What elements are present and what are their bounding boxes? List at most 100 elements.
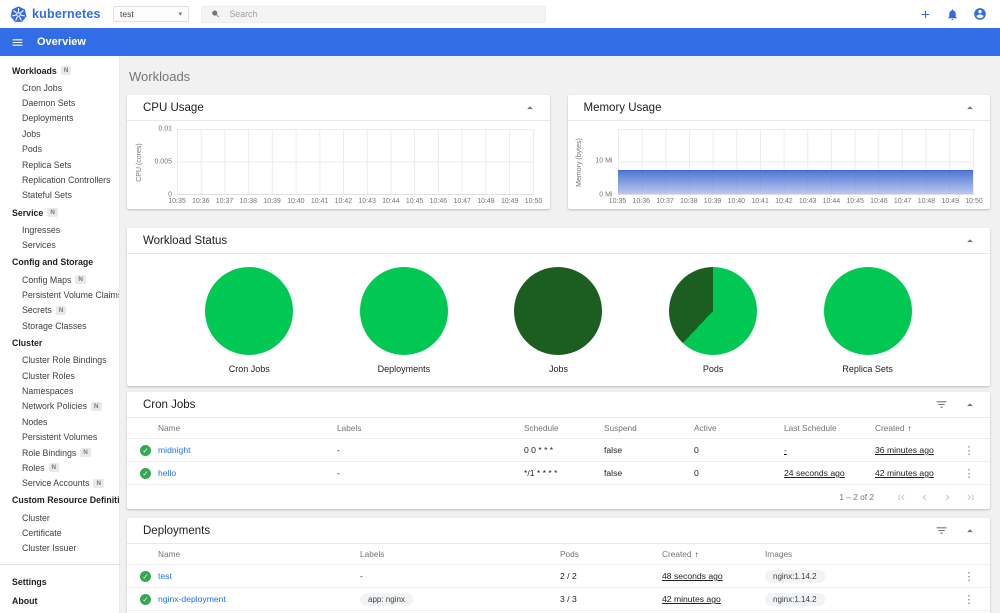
sidebar-section-cluster[interactable]: Cluster — [0, 333, 119, 352]
collapse-caret-icon[interactable] — [963, 398, 977, 412]
col-created[interactable]: Created ↑ — [662, 549, 765, 559]
search-input[interactable] — [229, 9, 536, 19]
col-schedule[interactable]: Schedule — [524, 423, 604, 433]
sidebar-section-workloads[interactable]: Workloads N — [0, 61, 119, 80]
sidebar-item-roles[interactable]: Roles N — [0, 460, 119, 475]
cell-last-schedule: - — [784, 445, 787, 455]
cell-created: 42 minutes ago — [662, 594, 721, 604]
cron-row-midnight: ✓ midnight - 0 0 * * * false 0 - 36 minu… — [127, 439, 990, 462]
next-page-icon[interactable] — [942, 492, 953, 503]
sidebar-item-certificate[interactable]: Certificate — [0, 525, 119, 540]
col-last-schedule[interactable]: Last Schedule — [784, 423, 875, 433]
sidebar-item-deployments[interactable]: Deployments — [0, 111, 119, 126]
hamburger-menu-icon[interactable] — [11, 36, 24, 49]
sidebar-item-stateful-sets[interactable]: Stateful Sets — [0, 188, 119, 203]
col-active[interactable]: Active — [694, 423, 784, 433]
pie-label: Pods — [702, 364, 724, 374]
sidebar-item-service-accounts[interactable]: Service Accounts N — [0, 476, 119, 491]
previous-page-icon[interactable] — [919, 492, 930, 503]
pie-chart — [359, 267, 448, 355]
image-chip: nginx:1.14.2 — [765, 592, 825, 606]
col-labels[interactable]: Labels — [360, 549, 560, 559]
collapse-caret-icon[interactable] — [963, 101, 977, 115]
memory-y-axis-ticks: 0 Mi 10 Mi — [595, 157, 613, 199]
chevron-down-icon: ▾ — [178, 11, 182, 18]
pie-label: Jobs — [548, 364, 568, 374]
namespace-value: test — [120, 9, 134, 19]
cronjob-link[interactable]: hello — [158, 468, 337, 478]
col-images[interactable]: Images — [765, 549, 958, 559]
header-actions — [919, 7, 1000, 21]
col-name[interactable]: Name — [158, 423, 337, 433]
sidebar-item-jobs[interactable]: Jobs — [0, 126, 119, 141]
sidebar-item-cluster-issuer[interactable]: Cluster Issuer — [0, 541, 119, 556]
sidebar-item-pods[interactable]: Pods — [0, 142, 119, 157]
sidebar-item-replica-sets[interactable]: Replica Sets — [0, 157, 119, 172]
sort-ascending-icon: ↑ — [694, 550, 699, 559]
sidebar-item-persistent-volume-claims[interactable]: Persistent Volume ClaimsN — [0, 287, 119, 302]
sidebar-item-daemon-sets[interactable]: Daemon Sets — [0, 95, 119, 110]
collapse-caret-icon[interactable] — [963, 524, 977, 538]
sidebar-item-replication-controllers[interactable]: Replication Controllers — [0, 172, 119, 187]
cell-pods: 2 / 2 — [560, 571, 577, 581]
row-menu-kebab-icon[interactable]: ⋮ — [958, 444, 980, 457]
first-page-icon[interactable] — [896, 492, 907, 503]
namespaced-badge: N — [91, 401, 102, 411]
sidebar-item-storage-classes[interactable]: Storage Classes — [0, 318, 119, 333]
sidebar-item-config-maps[interactable]: Config Maps N — [0, 272, 119, 287]
cell-labels: - — [337, 468, 340, 478]
col-labels[interactable]: Labels — [337, 423, 524, 433]
pie-label: Replica Sets — [842, 364, 893, 374]
kubernetes-logo[interactable]: kubernetes — [10, 5, 113, 23]
pie-cron-jobs: Cron Jobs — [205, 267, 294, 374]
sidebar-section-service[interactable]: Service N — [0, 203, 119, 222]
deployments-table-header: Name Labels Pods Created ↑ Images — [127, 544, 990, 565]
pie-deployments: Deployments — [359, 267, 448, 374]
deployment-link[interactable]: test — [158, 571, 360, 581]
notifications-bell-icon[interactable] — [946, 8, 959, 21]
account-circle-icon[interactable] — [973, 7, 987, 21]
cell-labels: - — [360, 571, 363, 581]
sidebar-item-network-policies[interactable]: Network Policies N — [0, 399, 119, 414]
col-created[interactable]: Created ↑ — [875, 423, 958, 433]
namespace-selector[interactable]: test ▾ — [113, 6, 189, 22]
workload-status-card: Workload Status Cron Jobs Deployments Jo… — [127, 228, 990, 386]
sidebar-item-persistent-volumes[interactable]: Persistent Volumes — [0, 429, 119, 444]
sidebar-section-custom-resource-definitions[interactable]: Custom Resource Definitions — [0, 491, 119, 510]
collapse-caret-icon[interactable] — [963, 234, 977, 248]
sidebar-item-cluster-roles[interactable]: Cluster Roles — [0, 368, 119, 383]
col-pods[interactable]: Pods — [560, 549, 662, 559]
sidebar-item-cron-jobs[interactable]: Cron Jobs — [0, 80, 119, 95]
col-name[interactable]: Name — [158, 549, 360, 559]
image-chip: nginx:1.14.2 — [765, 569, 825, 583]
pie-jobs: Jobs — [514, 267, 603, 374]
sidebar-item-ingresses[interactable]: Ingresses — [0, 222, 119, 237]
sidebar-item-crd-cluster[interactable]: Cluster — [0, 510, 119, 525]
row-menu-kebab-icon[interactable]: ⋮ — [958, 570, 980, 583]
card-title-memory: Memory Usage — [583, 101, 662, 114]
filter-icon[interactable] — [935, 524, 948, 537]
namespaced-badge: N — [60, 66, 72, 75]
card-title-cron-jobs: Cron Jobs — [143, 398, 196, 411]
cron-row-hello: ✓ hello - */1 * * * * false 0 24 seconds… — [127, 462, 990, 485]
last-page-icon[interactable] — [965, 492, 976, 503]
col-suspend[interactable]: Suspend — [604, 423, 694, 433]
sidebar-item-settings[interactable]: Settings — [0, 572, 119, 591]
search-bar[interactable] — [201, 5, 546, 23]
sidebar-item-namespaces[interactable]: Namespaces — [0, 383, 119, 398]
sidebar-item-about[interactable]: About — [0, 591, 119, 610]
sidebar-item-cluster-role-bindings[interactable]: Cluster Role Bindings — [0, 352, 119, 367]
sidebar-section-config-and-storage[interactable]: Config and Storage — [0, 253, 119, 272]
create-plus-icon[interactable] — [919, 8, 932, 21]
sidebar-item-nodes[interactable]: Nodes — [0, 414, 119, 429]
cronjob-link[interactable]: midnight — [158, 445, 337, 455]
filter-icon[interactable] — [935, 398, 948, 411]
deployments-card: Deployments Name Labels Pods Created ↑ Im… — [127, 518, 990, 613]
row-menu-kebab-icon[interactable]: ⋮ — [958, 593, 980, 606]
row-menu-kebab-icon[interactable]: ⋮ — [958, 467, 980, 480]
deployment-link[interactable]: nginx-deployment — [158, 594, 360, 604]
collapse-caret-icon[interactable] — [523, 101, 537, 115]
sidebar-item-secrets[interactable]: Secrets N — [0, 303, 119, 318]
sidebar-item-role-bindings[interactable]: Role Bindings N — [0, 445, 119, 460]
sidebar-item-services[interactable]: Services — [0, 238, 119, 253]
